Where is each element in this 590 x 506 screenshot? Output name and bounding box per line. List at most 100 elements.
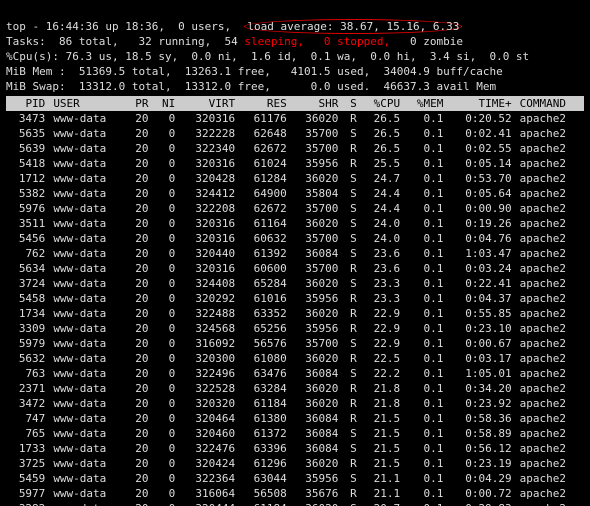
cell-res: 61372: [239, 426, 291, 441]
cell-ni: 0: [153, 156, 180, 171]
cell-shr: 36084: [291, 441, 343, 456]
cell-ni: 0: [153, 366, 180, 381]
cell-mem: 0.1: [404, 156, 447, 171]
col-ni[interactable]: NI: [153, 96, 180, 111]
cell-user: www-data: [49, 291, 126, 306]
col-shr[interactable]: SHR: [291, 96, 343, 111]
col-s[interactable]: S: [342, 96, 360, 111]
cell-time: 0:02.55: [447, 141, 515, 156]
cell-ni: 0: [153, 321, 180, 336]
cell-s: S: [342, 366, 360, 381]
cell-time: 0:22.41: [447, 276, 515, 291]
cell-s: R: [342, 321, 360, 336]
cell-res: 62672: [239, 141, 291, 156]
cell-pr: 20: [126, 246, 153, 261]
cell-time: 0:04.37: [447, 291, 515, 306]
col-pr[interactable]: PR: [126, 96, 153, 111]
cell-s: S: [342, 231, 360, 246]
process-row: 765www-data2003204606137236084S21.50.10:…: [6, 426, 584, 441]
cell-user: www-data: [49, 381, 126, 396]
col-pid[interactable]: PID: [6, 96, 49, 111]
cell-pid: 5977: [6, 486, 49, 501]
cell-pr: 20: [126, 111, 153, 126]
cell-res: 61392: [239, 246, 291, 261]
cell-user: www-data: [49, 396, 126, 411]
cell-user: www-data: [49, 231, 126, 246]
cell-shr: 36020: [291, 396, 343, 411]
col-time[interactable]: TIME+: [447, 96, 515, 111]
cell-time: 0:53.70: [447, 171, 515, 186]
cell-cpu: 21.5: [361, 426, 404, 441]
cell-time: 0:02.41: [447, 126, 515, 141]
cell-pid: 5976: [6, 201, 49, 216]
cell-pid: 3724: [6, 276, 49, 291]
cell-ni: 0: [153, 411, 180, 426]
cell-user: www-data: [49, 111, 126, 126]
summary-line-4: MiB Mem : 51369.5 total, 13263.1 free, 4…: [6, 65, 503, 78]
process-row: 3472www-data2003203206118436020R21.80.10…: [6, 396, 584, 411]
cell-cpu: 24.4: [361, 201, 404, 216]
cell-shr: 36020: [291, 111, 343, 126]
cell-cpu: 21.8: [361, 396, 404, 411]
cell-shr: 35956: [291, 471, 343, 486]
cell-virt: 324412: [179, 186, 239, 201]
cell-res: 56576: [239, 336, 291, 351]
cell-cmd: apache2: [516, 291, 584, 306]
cell-cpu: 21.8: [361, 381, 404, 396]
cell-s: S: [342, 246, 360, 261]
cell-time: 0:58.36: [447, 411, 515, 426]
col-mem[interactable]: %MEM: [404, 96, 447, 111]
cell-shr: 36020: [291, 381, 343, 396]
cell-cmd: apache2: [516, 186, 584, 201]
cell-shr: 35700: [291, 141, 343, 156]
process-row: 1734www-data2003224886335236020R22.90.10…: [6, 306, 584, 321]
cell-virt: 320292: [179, 291, 239, 306]
cell-ni: 0: [153, 501, 180, 506]
cell-user: www-data: [49, 366, 126, 381]
cell-pr: 20: [126, 276, 153, 291]
process-row: 3511www-data2003203166116436020S24.00.10…: [6, 216, 584, 231]
cell-pr: 20: [126, 471, 153, 486]
cell-virt: 322496: [179, 366, 239, 381]
cell-ni: 0: [153, 186, 180, 201]
cell-s: S: [342, 501, 360, 506]
cell-cmd: apache2: [516, 156, 584, 171]
cell-s: R: [342, 291, 360, 306]
cell-user: www-data: [49, 471, 126, 486]
cell-res: 63352: [239, 306, 291, 321]
process-row: 5418www-data2003203166102435956R25.50.10…: [6, 156, 584, 171]
cell-cmd: apache2: [516, 321, 584, 336]
cell-cmd: apache2: [516, 486, 584, 501]
col-cpu[interactable]: %CPU: [361, 96, 404, 111]
cell-cmd: apache2: [516, 501, 584, 506]
cell-res: 61296: [239, 456, 291, 471]
cell-cpu: 23.3: [361, 276, 404, 291]
table-body: 3473www-data2003203166117636020R26.50.10…: [6, 111, 584, 506]
cell-time: 0:23.19: [447, 456, 515, 471]
col-user[interactable]: USER: [49, 96, 126, 111]
cell-cmd: apache2: [516, 456, 584, 471]
cell-res: 63284: [239, 381, 291, 396]
cell-shr: 35676: [291, 486, 343, 501]
cell-cpu: 25.5: [361, 156, 404, 171]
cell-user: www-data: [49, 261, 126, 276]
col-command[interactable]: COMMAND: [516, 96, 584, 111]
cell-cmd: apache2: [516, 366, 584, 381]
cell-time: 0:58.89: [447, 426, 515, 441]
cell-ni: 0: [153, 291, 180, 306]
cell-user: www-data: [49, 156, 126, 171]
cell-shr: 36084: [291, 246, 343, 261]
table-header-row: PIDUSERPRNIVIRTRESSHRS%CPU%MEMTIME+COMMA…: [6, 96, 584, 111]
cell-user: www-data: [49, 321, 126, 336]
cell-pid: 5639: [6, 141, 49, 156]
cell-s: R: [342, 111, 360, 126]
cell-cpu: 23.6: [361, 261, 404, 276]
cell-pr: 20: [126, 291, 153, 306]
cell-mem: 0.1: [404, 231, 447, 246]
cell-pr: 20: [126, 441, 153, 456]
summary-line-2a: Tasks: 86 total, 32 running, 54: [6, 35, 244, 48]
cell-time: 0:20.52: [447, 111, 515, 126]
col-virt[interactable]: VIRT: [179, 96, 239, 111]
cell-time: 0:23.92: [447, 396, 515, 411]
col-res[interactable]: RES: [239, 96, 291, 111]
